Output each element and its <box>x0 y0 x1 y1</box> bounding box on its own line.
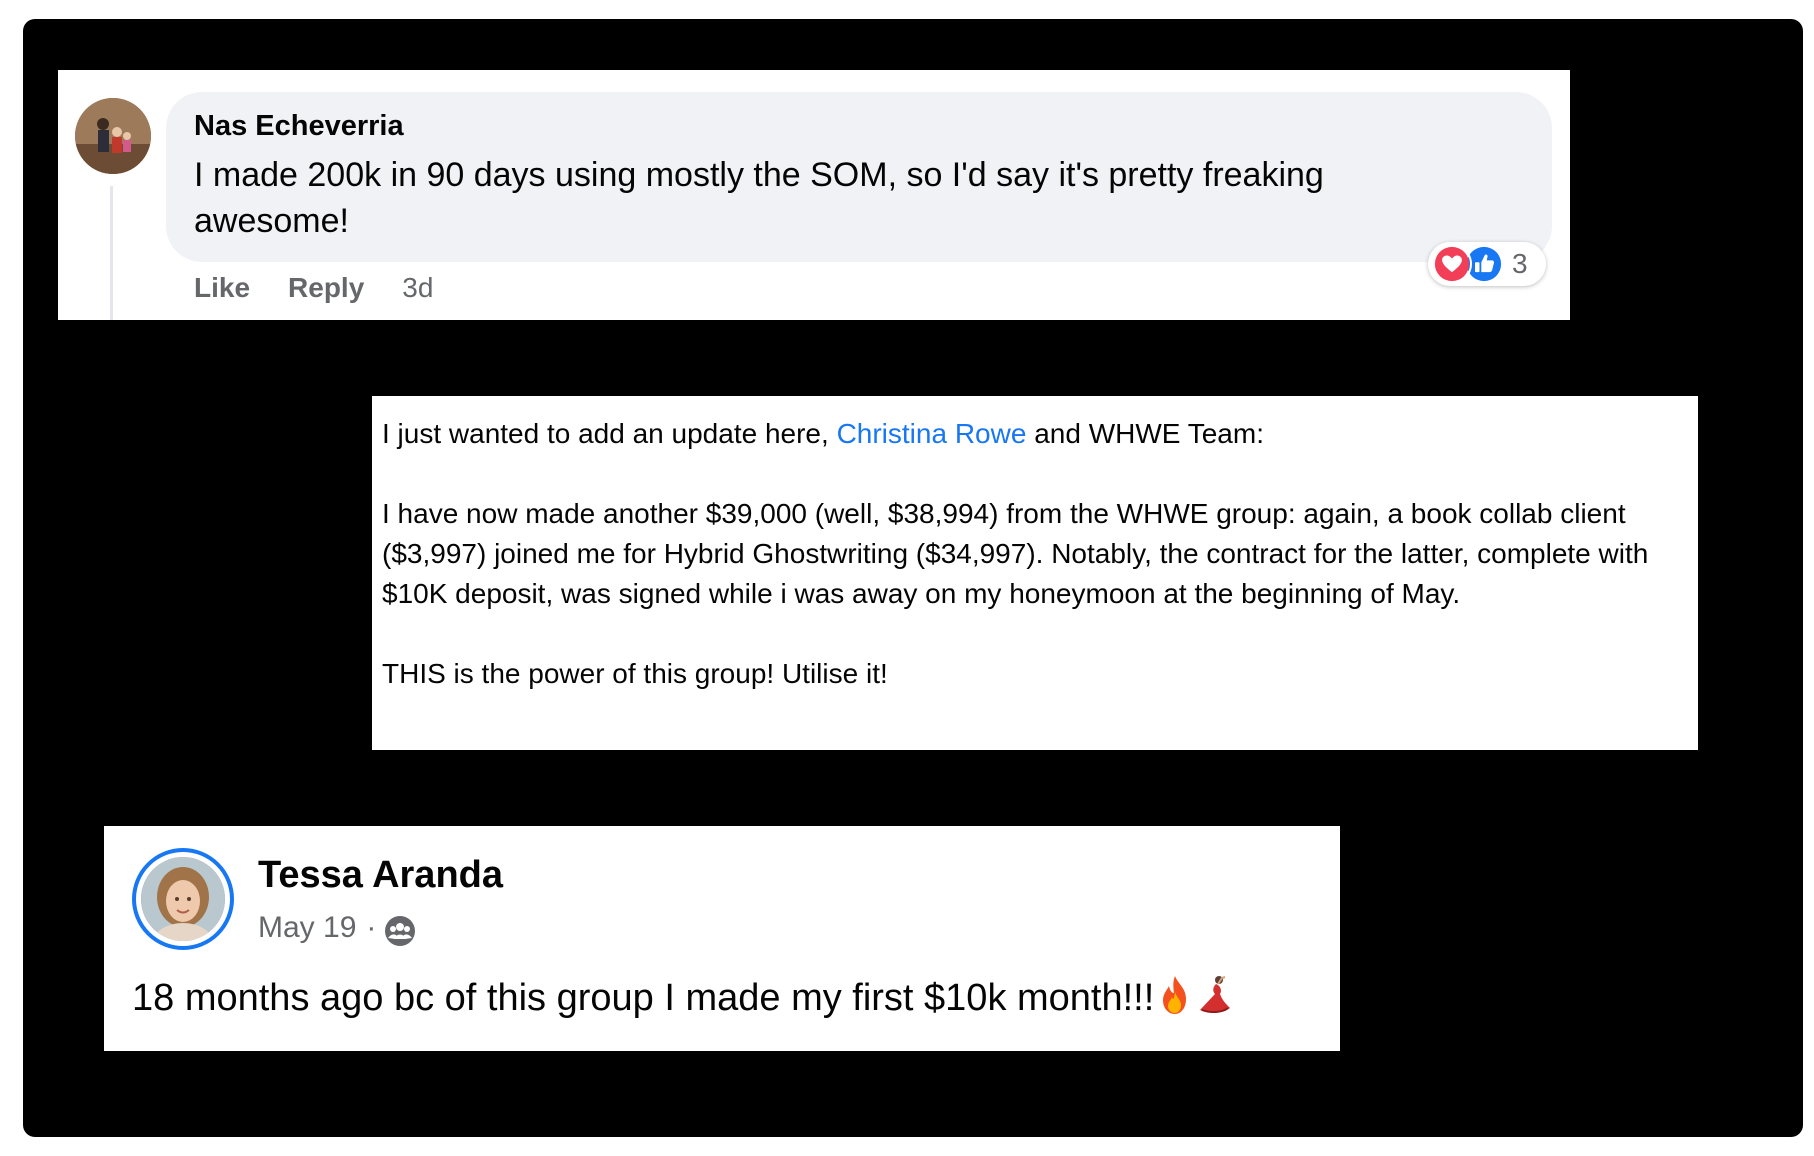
post-meta: May 19 · <box>258 908 416 948</box>
comment-timestamp[interactable]: 3d <box>402 272 433 304</box>
avatar <box>141 857 225 941</box>
comment-text: I made 200k in 90 days using mostly the … <box>194 156 1324 240</box>
avatar[interactable] <box>75 98 151 174</box>
post-text: 18 months ago bc of this group I made my… <box>132 974 1234 1020</box>
update-intro: I just wanted to add an update here, Chr… <box>382 414 1682 454</box>
reaction-count: 3 <box>1512 248 1528 279</box>
reply-button[interactable]: Reply <box>288 272 364 304</box>
group-icon[interactable] <box>384 915 416 947</box>
update-closing: THIS is the power of this group! Utilise… <box>382 658 888 689</box>
comment-actions: Like Reply 3d <box>194 268 433 308</box>
update-intro-after: and WHWE Team: <box>1026 418 1264 449</box>
update-card: I just wanted to add an update here, Chr… <box>372 396 1698 750</box>
post-author[interactable]: Tessa Aranda <box>258 854 503 897</box>
heart-icon <box>1432 244 1472 284</box>
thread-line <box>110 186 113 320</box>
reactions-badge[interactable]: 3 <box>1428 242 1546 286</box>
meta-separator: · <box>366 911 377 944</box>
comment-author[interactable]: Nas Echeverria <box>194 110 404 143</box>
avatar-story-ring[interactable] <box>132 848 234 950</box>
post-text-body: 18 months ago bc of this group I made my… <box>132 977 1155 1019</box>
update-body: I have now made another $39,000 (well, $… <box>382 498 1649 609</box>
update-text: I just wanted to add an update here, Chr… <box>382 414 1682 694</box>
mention-link[interactable]: Christina Rowe <box>837 418 1027 449</box>
comment-card: Nas Echeverria I made 200k in 90 days us… <box>58 70 1570 320</box>
post-card: Tessa Aranda May 19 · 18 months ago bc o… <box>104 826 1340 1051</box>
update-intro-before: I just wanted to add an update here, <box>382 418 837 449</box>
dancer-emoji-icon <box>1200 976 1231 1014</box>
fire-emoji-icon <box>1163 976 1187 1014</box>
like-button[interactable]: Like <box>194 272 250 304</box>
comment-bubble: Nas Echeverria I made 200k in 90 days us… <box>166 92 1552 262</box>
post-date[interactable]: May 19 <box>258 911 356 945</box>
